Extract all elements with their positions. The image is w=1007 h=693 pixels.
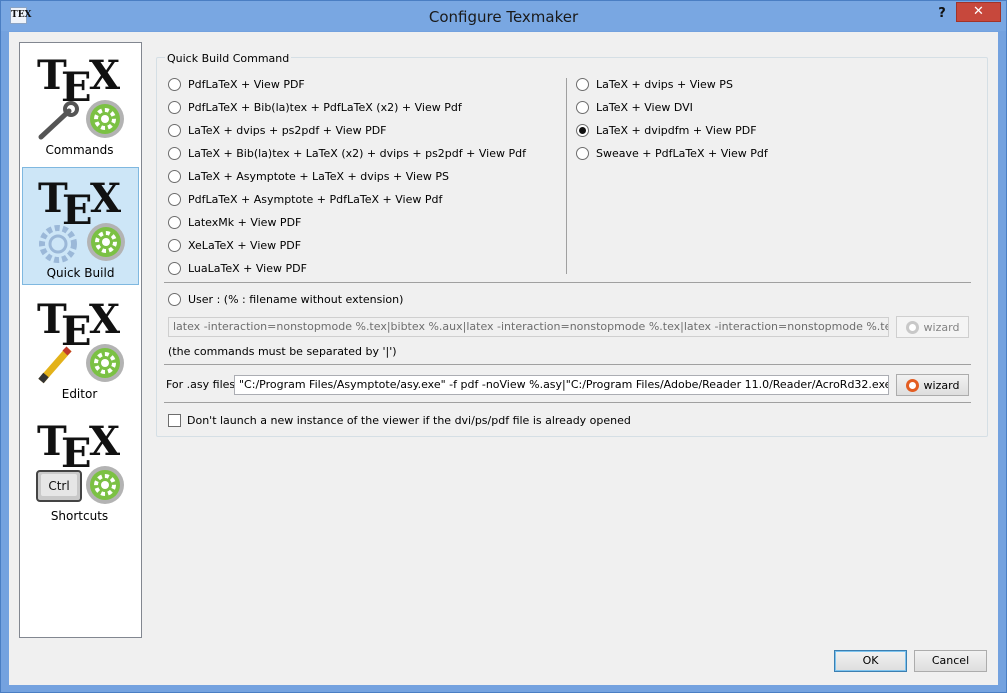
radio-label: Sweave + PdfLaTeX + View Pdf	[596, 146, 768, 160]
radio-button[interactable]	[168, 215, 181, 229]
viewer-instance-checkbox[interactable]	[168, 413, 181, 427]
viewer-instance-option[interactable]: Don't launch a new instance of the viewe…	[168, 412, 631, 428]
sidebar-item-shortcuts[interactable]: T E X Ctrl Shortcuts	[22, 411, 139, 529]
sidebar-item-label: Editor	[61, 387, 98, 401]
svg-text:X: X	[89, 418, 120, 465]
radio-button[interactable]	[576, 100, 589, 114]
radio-button[interactable]	[168, 146, 181, 160]
svg-text:X: X	[89, 52, 120, 99]
radio-option[interactable]: LatexMk + View PDF	[168, 214, 301, 230]
radio-option[interactable]: LaTeX + dvips + View PS	[576, 76, 733, 92]
dialog-body: T E X Commands T E X Quick Build T E X E…	[9, 32, 998, 685]
wizard-label: wizard	[923, 378, 960, 392]
ok-button[interactable]: OK	[834, 650, 907, 672]
radio-label: LaTeX + dvips + View PS	[596, 77, 733, 91]
user-wizard-button[interactable]: wizard	[896, 316, 969, 338]
radio-option[interactable]: PdfLaTeX + Bib(la)tex + PdfLaTeX (x2) + …	[168, 99, 462, 115]
radio-button-checked[interactable]	[576, 123, 589, 137]
title-bar[interactable]: TEX Configure Texmaker ? ✕	[1, 1, 1006, 31]
cancel-button[interactable]: Cancel	[914, 650, 987, 672]
window-title: Configure Texmaker	[428, 8, 579, 26]
radio-option[interactable]: LaTeX + Asymptote + LaTeX + dvips + View…	[168, 168, 449, 184]
group-title: Quick Build Command	[165, 52, 292, 65]
sidebar-item-label: Quick Build	[46, 266, 115, 280]
radio-label: LaTeX + Asymptote + LaTeX + dvips + View…	[188, 169, 449, 183]
user-command-input[interactable]: latex -interaction=nonstopmode %.tex|bib…	[168, 317, 889, 337]
tex-wrench-gear-icon: T E X	[37, 52, 124, 140]
svg-text:X: X	[90, 175, 121, 222]
sidebar-item-label: Commands	[45, 143, 114, 157]
radio-button[interactable]	[168, 77, 181, 91]
asy-command-input[interactable]: "C:/Program Files/Asymptote/asy.exe" -f …	[234, 375, 889, 395]
checkbox-label: Don't launch a new instance of the viewe…	[187, 413, 631, 427]
svg-text:E: E	[62, 187, 93, 234]
radio-label: PdfLaTeX + Bib(la)tex + PdfLaTeX (x2) + …	[188, 100, 462, 114]
radio-option[interactable]: LaTeX + Bib(la)tex + LaTeX (x2) + dvips …	[168, 145, 526, 161]
radio-option[interactable]: LaTeX + View DVI	[576, 99, 693, 115]
close-button[interactable]: ✕	[956, 2, 1001, 22]
radio-button[interactable]	[168, 100, 181, 114]
radio-label: LaTeX + dvips + ps2pdf + View PDF	[188, 123, 387, 137]
radio-label: LuaLaTeX + View PDF	[188, 261, 307, 275]
radio-option[interactable]: PdfLaTeX + Asymptote + PdfLaTeX + View P…	[168, 191, 442, 207]
radio-button[interactable]	[168, 169, 181, 183]
lifebuoy-icon	[905, 320, 919, 334]
radio-label: PdfLaTeX + View PDF	[188, 77, 305, 91]
dialog-window: TEX Configure Texmaker ? ✕ T E X Command…	[0, 0, 1007, 693]
wizard-label: wizard	[923, 320, 960, 334]
svg-text:X: X	[89, 296, 120, 343]
radio-button[interactable]	[168, 261, 181, 275]
radio-option-selected[interactable]: LaTeX + dvipdfm + View PDF	[576, 122, 757, 138]
divider	[164, 364, 971, 365]
tex-gears-icon: T E X	[38, 175, 125, 263]
help-button[interactable]: ?	[931, 4, 953, 24]
radio-label: User : (% : filename without extension)	[188, 292, 404, 306]
radio-option[interactable]: LaTeX + dvips + ps2pdf + View PDF	[168, 122, 387, 138]
radio-button[interactable]	[168, 238, 181, 252]
radio-label: XeLaTeX + View PDF	[188, 238, 302, 252]
asy-label: For .asy files	[166, 378, 236, 391]
radio-label: LaTeX + Bib(la)tex + LaTeX (x2) + dvips …	[188, 146, 526, 160]
separator-note: (the commands must be separated by '|')	[168, 345, 397, 358]
radio-label: LatexMk + View PDF	[188, 215, 302, 229]
radio-button[interactable]	[168, 123, 181, 137]
radio-option[interactable]: XeLaTeX + View PDF	[168, 237, 301, 253]
radio-option[interactable]: PdfLaTeX + View PDF	[168, 76, 305, 92]
sidebar-item-label: Shortcuts	[50, 509, 109, 523]
radio-label: LaTeX + dvipdfm + View PDF	[596, 123, 757, 137]
config-sidebar: T E X Commands T E X Quick Build T E X E…	[19, 42, 142, 638]
radio-option[interactable]: LuaLaTeX + View PDF	[168, 260, 307, 276]
svg-text:E: E	[61, 430, 92, 477]
sidebar-item-editor[interactable]: T E X Editor	[22, 289, 139, 407]
asy-wizard-button[interactable]: wizard	[896, 374, 969, 396]
radio-option[interactable]: Sweave + PdfLaTeX + View Pdf	[576, 145, 768, 161]
divider	[164, 282, 971, 283]
tex-ctrl-gear-icon: T E X Ctrl	[36, 418, 124, 504]
divider	[164, 402, 971, 403]
radio-label: LaTeX + View DVI	[596, 100, 693, 114]
sidebar-item-commands[interactable]: T E X Commands	[22, 45, 139, 163]
column-divider	[566, 78, 567, 274]
ctrl-key-label: Ctrl	[48, 479, 69, 493]
tex-pencil-gear-icon: T E X	[37, 296, 124, 384]
radio-button[interactable]	[576, 146, 589, 160]
radio-label: PdfLaTeX + Asymptote + PdfLaTeX + View P…	[188, 192, 443, 206]
lifebuoy-icon	[905, 378, 919, 392]
radio-option-user[interactable]: User : (% : filename without extension)	[168, 291, 403, 307]
radio-button[interactable]	[168, 192, 181, 206]
radio-button[interactable]	[576, 77, 589, 91]
radio-button[interactable]	[168, 292, 181, 306]
sidebar-item-quick-build[interactable]: T E X Quick Build	[22, 167, 139, 285]
